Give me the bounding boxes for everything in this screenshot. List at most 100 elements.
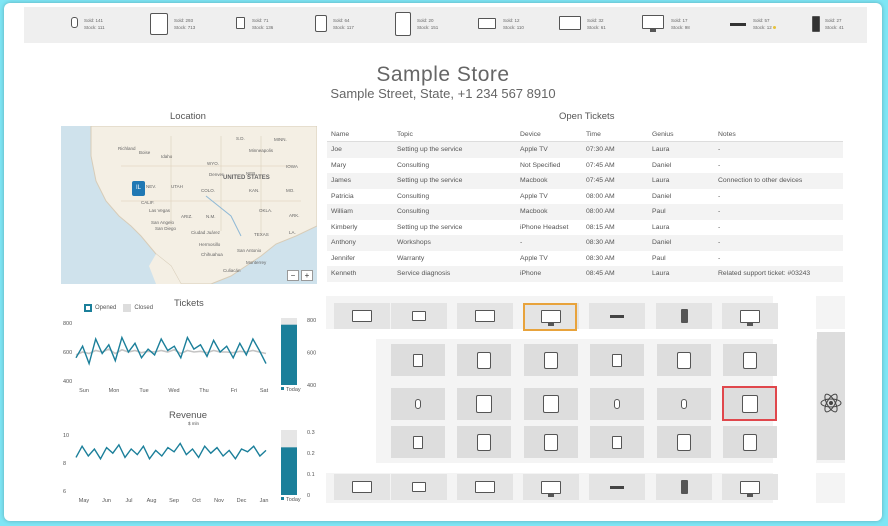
table-cell: Warranty bbox=[397, 254, 425, 262]
monitor-icon bbox=[541, 480, 561, 494]
store-location-pin[interactable]: IL bbox=[132, 181, 145, 196]
x-tick-label: Jan bbox=[260, 498, 269, 504]
table-row[interactable]: Mary Consulting Not Specified 07:45 AM Danie… bbox=[327, 158, 843, 174]
sold-count: Sold: 64 bbox=[333, 18, 350, 23]
tickets-chart: 800 600 400 Sun Mon Tue Wed Thu Fri Sat 800 600 400 T… bbox=[63, 318, 316, 394]
devices-icon bbox=[543, 395, 559, 413]
table-cell: Paul bbox=[648, 204, 714, 220]
column-header[interactable]: Device bbox=[516, 127, 582, 142]
map-label: San Antonio bbox=[237, 248, 262, 253]
y-tick-label: 10 bbox=[63, 433, 69, 439]
product-tablet[interactable]: Sold: 293 Stock: 713 bbox=[146, 7, 226, 43]
table-row[interactable]: Patricia Consulting Apple TV 08:00 AM Daniel… bbox=[327, 189, 843, 205]
table-row[interactable]: James Setting up the service Macbook 07:45 … bbox=[327, 173, 843, 189]
tablet-icon bbox=[150, 13, 168, 35]
y-tick-label: 400 bbox=[63, 379, 72, 385]
open-tickets-table: Name Topic Device Time Genius Notes Joe S… bbox=[327, 127, 843, 282]
map-label: San Angelo bbox=[151, 220, 175, 225]
table-cell: - bbox=[714, 141, 843, 158]
bar-tick-label: 0.3 bbox=[307, 430, 315, 436]
selected-monitor-highlight[interactable] bbox=[523, 303, 577, 331]
column-header[interactable]: Topic bbox=[393, 127, 516, 142]
x-tick-label: Fri bbox=[231, 388, 237, 394]
table-row[interactable]: William Consulting Macbook 08:00 AM Paul - bbox=[327, 204, 843, 220]
product-large-laptop[interactable]: Sold: 32 Stock: 61 bbox=[555, 7, 635, 43]
table-row[interactable]: Anthony Workshops -08:30 AM Daniel - bbox=[327, 235, 843, 251]
map-label: N.M. bbox=[206, 214, 216, 219]
map-label: Idaho bbox=[161, 154, 173, 159]
bar-tick-label: 0.2 bbox=[307, 451, 315, 457]
alert-device-highlight[interactable] bbox=[722, 386, 777, 421]
phone-icon bbox=[413, 353, 423, 367]
table-cell: Setting up the service bbox=[393, 173, 516, 189]
product-stock-bar: Sold: 141 Stock: 111 Sold: 293 Stock: 71… bbox=[24, 7, 867, 43]
laptop-icon bbox=[475, 310, 495, 322]
monitor-stand bbox=[548, 493, 554, 497]
bar-tick-label: 0 bbox=[307, 493, 310, 499]
tickets-chart-title: Tickets bbox=[174, 298, 204, 309]
table-row[interactable]: Kimberly Setting up the service iPhone Hea… bbox=[327, 220, 843, 236]
large-laptop-icon bbox=[559, 16, 581, 30]
column-header[interactable]: Name bbox=[327, 127, 393, 142]
column-header[interactable]: Notes bbox=[714, 127, 843, 142]
sold-count: Sold: 12 bbox=[503, 18, 520, 23]
x-tick-label: Aug bbox=[147, 498, 157, 504]
map-label: Denver bbox=[209, 172, 224, 177]
large-tablet-icon bbox=[395, 12, 411, 36]
zoom-out-button[interactable]: − bbox=[287, 270, 299, 281]
today-bar bbox=[281, 324, 297, 385]
monitor-icon bbox=[740, 480, 760, 494]
map-label: IOWA bbox=[286, 164, 298, 169]
product-small-phone[interactable]: Sold: 71 Stock: 136 bbox=[232, 7, 307, 43]
table-header-row: Name Topic Device Time Genius Notes bbox=[327, 127, 843, 142]
location-map[interactable]: Richland Boise Idaho S.D. Minneapolis MI… bbox=[61, 126, 317, 284]
ipod-icon bbox=[812, 16, 820, 32]
aisle bbox=[773, 296, 816, 503]
product-apple-tv[interactable]: Sold: 57 Stock: 12 bbox=[726, 7, 806, 43]
map-label: San Diego bbox=[155, 226, 177, 231]
product-large-tablet[interactable]: Sold: 20 Stock: 151 bbox=[391, 7, 471, 43]
monitor-icon bbox=[740, 309, 760, 323]
map-label: S.D. bbox=[236, 136, 245, 141]
table-row[interactable]: Kenneth Service diagnosis iPhone 08:45 AM La… bbox=[327, 266, 843, 282]
laptop-icon bbox=[352, 310, 372, 322]
map-land bbox=[90, 126, 317, 284]
laptop-icon bbox=[412, 482, 426, 492]
legend-opened-swatch[interactable] bbox=[84, 304, 92, 312]
store-address: Sample Street, State, +1 234 567 8910 bbox=[330, 86, 556, 101]
product-monitor[interactable]: Sold: 17 Stock: 98 bbox=[638, 7, 723, 43]
product-ipod[interactable]: Sold: 27 Stock: 41 bbox=[808, 7, 868, 43]
table-cell: - bbox=[714, 235, 843, 251]
map-label: LA. bbox=[289, 230, 296, 235]
map-label: MINN. bbox=[274, 137, 287, 142]
table-cell: - bbox=[718, 223, 721, 231]
legend-closed-swatch[interactable] bbox=[123, 304, 132, 312]
x-tick-label: Oct bbox=[192, 498, 201, 504]
column-header[interactable]: Genius bbox=[648, 127, 714, 142]
ipod-icon bbox=[680, 480, 688, 494]
table-cell: Apple TV bbox=[516, 141, 582, 158]
column-header[interactable]: Time bbox=[582, 127, 648, 142]
table-row[interactable]: Joe Setting up the service Apple TV 07:30 A… bbox=[327, 141, 843, 158]
location-title: Location bbox=[170, 111, 206, 122]
revenue-chart-title: Revenue bbox=[169, 410, 208, 421]
map-label: UNITED STATES bbox=[223, 175, 270, 181]
stock-count: Stock: 98 bbox=[671, 25, 690, 30]
today-legend-label: Today bbox=[286, 497, 301, 503]
bar-tick-label: 400 bbox=[307, 383, 316, 389]
table-row[interactable]: Jennifer Warranty Apple TV 08:30 AM Paul - bbox=[327, 251, 843, 267]
map-label: KAN. bbox=[249, 188, 260, 193]
product-watch[interactable]: Sold: 141 Stock: 111 bbox=[66, 7, 136, 43]
genius-bar-table[interactable] bbox=[817, 332, 845, 460]
map-label: OKLA. bbox=[259, 208, 273, 213]
map-label: UTAH bbox=[171, 184, 183, 189]
x-tick-label: Jun bbox=[102, 498, 111, 504]
stock-count: Stock: 151 bbox=[417, 25, 439, 30]
aisle bbox=[326, 339, 376, 463]
product-laptop[interactable]: Sold: 12 Stock: 110 bbox=[474, 7, 554, 43]
table-cell: Daniel bbox=[648, 235, 714, 251]
sold-count: Sold: 32 bbox=[587, 18, 604, 23]
zoom-in-button[interactable]: + bbox=[301, 270, 313, 281]
table-cell: - bbox=[516, 235, 582, 251]
product-phone[interactable]: Sold: 64 Stock: 117 bbox=[311, 7, 386, 43]
